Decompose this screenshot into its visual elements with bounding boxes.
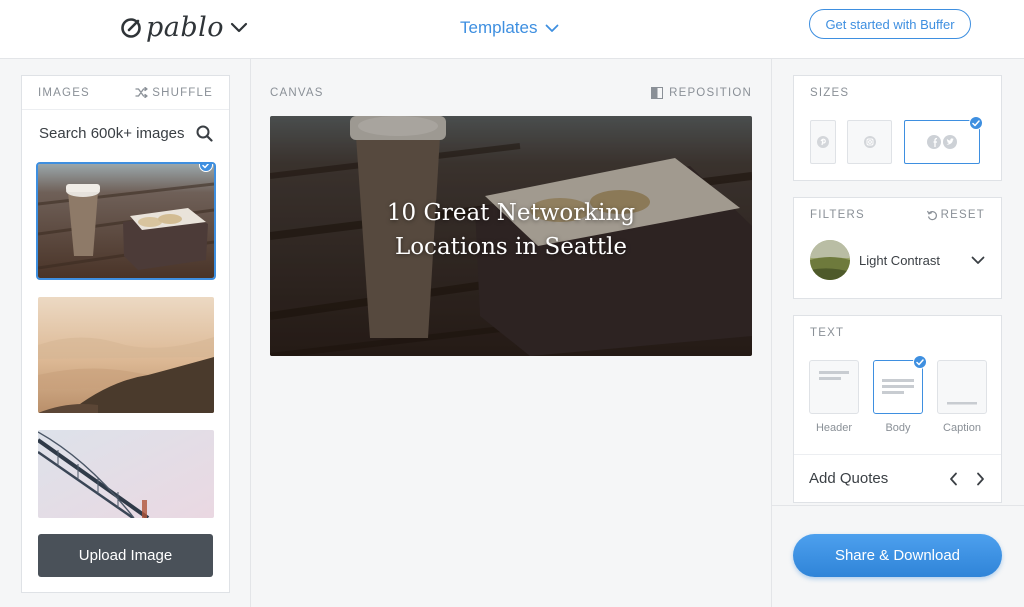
filter-preview-thumbnail — [810, 240, 850, 280]
canvas-area: CANVAS REPOSITION 10 Great Networking Lo… — [251, 59, 771, 607]
sizes-header: SIZES — [794, 76, 1001, 110]
upload-image-button[interactable]: Upload Image — [38, 534, 213, 577]
divider — [772, 505, 1024, 506]
filters-header: FILTERS RESET — [794, 198, 1001, 232]
sizes-panel: SIZES — [793, 75, 1002, 181]
search-placeholder: Search 600k+ images — [39, 124, 185, 142]
design-canvas[interactable]: 10 Great Networking Locations in Seattle — [270, 116, 752, 356]
quote-navigation — [949, 472, 985, 486]
share-download-button[interactable]: Share & Download — [793, 534, 1002, 577]
canvas-headline-line-2: Locations in Seattle — [394, 234, 628, 260]
facebook-icon — [926, 134, 942, 150]
logo-text: pablo — [146, 12, 225, 43]
text-style-label-caption: Caption — [943, 422, 981, 434]
caption-style-icon — [947, 402, 977, 405]
chevron-left-icon[interactable] — [949, 472, 958, 486]
add-quotes-label: Add Quotes — [809, 470, 889, 487]
filters-panel: FILTERS RESET Light Contrast — [793, 197, 1002, 299]
chevron-down-icon[interactable] — [230, 22, 248, 34]
reposition-button[interactable]: REPOSITION — [651, 87, 752, 99]
templates-menu[interactable]: Templates — [460, 18, 559, 38]
canvas-title: CANVAS — [270, 87, 324, 99]
reset-label: RESET — [940, 209, 985, 221]
image-thumbnail-bridge[interactable] — [38, 430, 214, 518]
twitter-icon — [942, 134, 958, 150]
canvas-headline[interactable]: 10 Great Networking Locations in Seattle — [270, 196, 752, 264]
get-started-button[interactable]: Get started with Buffer — [809, 9, 971, 39]
images-panel: IMAGES SHUFFLE Search 600k+ images Uploa… — [21, 75, 230, 593]
chevron-down-icon — [545, 24, 559, 33]
text-header: TEXT — [794, 316, 1001, 350]
text-style-caption[interactable] — [937, 360, 987, 414]
text-panel: TEXT Header Body Caption Add Quotes — [793, 315, 1002, 503]
reset-filter-button[interactable]: RESET — [926, 209, 985, 221]
sizes-title: SIZES — [810, 87, 850, 99]
images-panel-header: IMAGES SHUFFLE — [22, 76, 229, 110]
chevron-down-icon — [971, 256, 985, 265]
filter-select[interactable]: Light Contrast — [794, 232, 1001, 288]
shuffle-icon — [135, 87, 148, 98]
text-title: TEXT — [810, 327, 845, 339]
pinterest-icon — [816, 135, 830, 149]
text-style-header[interactable] — [809, 360, 859, 414]
body-style-icon — [882, 379, 914, 394]
right-column: SIZES FILTERS RESET Light Contrast TEXT … — [771, 59, 1024, 607]
pablo-logo-icon — [120, 17, 142, 39]
selected-check-icon — [913, 355, 927, 369]
size-option-instagram[interactable] — [847, 120, 892, 164]
selected-check-icon — [969, 116, 983, 130]
image-thumbnail-mountains[interactable] — [38, 297, 214, 413]
shuffle-button[interactable]: SHUFFLE — [135, 87, 213, 99]
images-title: IMAGES — [38, 86, 90, 99]
templates-label: Templates — [460, 18, 538, 37]
size-option-facebook-twitter[interactable] — [904, 116, 983, 164]
header-style-icon — [819, 371, 849, 380]
add-quotes-row: Add Quotes — [794, 454, 1001, 502]
text-style-body[interactable] — [873, 355, 927, 414]
image-search-field[interactable]: Search 600k+ images — [22, 110, 229, 156]
instagram-icon — [863, 135, 877, 149]
upload-area: Upload Image — [22, 518, 229, 592]
top-bar: pablo Templates Get started with Buffer — [0, 0, 1024, 59]
image-thumbnail-coffee[interactable] — [36, 162, 216, 280]
reposition-label: REPOSITION — [669, 87, 752, 99]
text-style-label-body: Body — [885, 422, 911, 434]
reposition-icon — [651, 87, 664, 99]
search-icon[interactable] — [196, 125, 213, 142]
pablo-logo[interactable]: pablo — [120, 12, 248, 43]
canvas-header: CANVAS REPOSITION — [270, 87, 752, 99]
left-column: IMAGES SHUFFLE Search 600k+ images Uploa… — [0, 59, 251, 607]
canvas-headline-line-1: 10 Great Networking — [386, 200, 636, 226]
chevron-right-icon[interactable] — [976, 472, 985, 486]
shuffle-label: SHUFFLE — [152, 86, 213, 99]
size-option-pinterest[interactable] — [810, 120, 836, 164]
text-style-label-header: Header — [815, 422, 853, 434]
filters-title: FILTERS — [810, 209, 865, 221]
reset-icon — [926, 210, 938, 221]
selected-filter-name: Light Contrast — [859, 252, 940, 268]
